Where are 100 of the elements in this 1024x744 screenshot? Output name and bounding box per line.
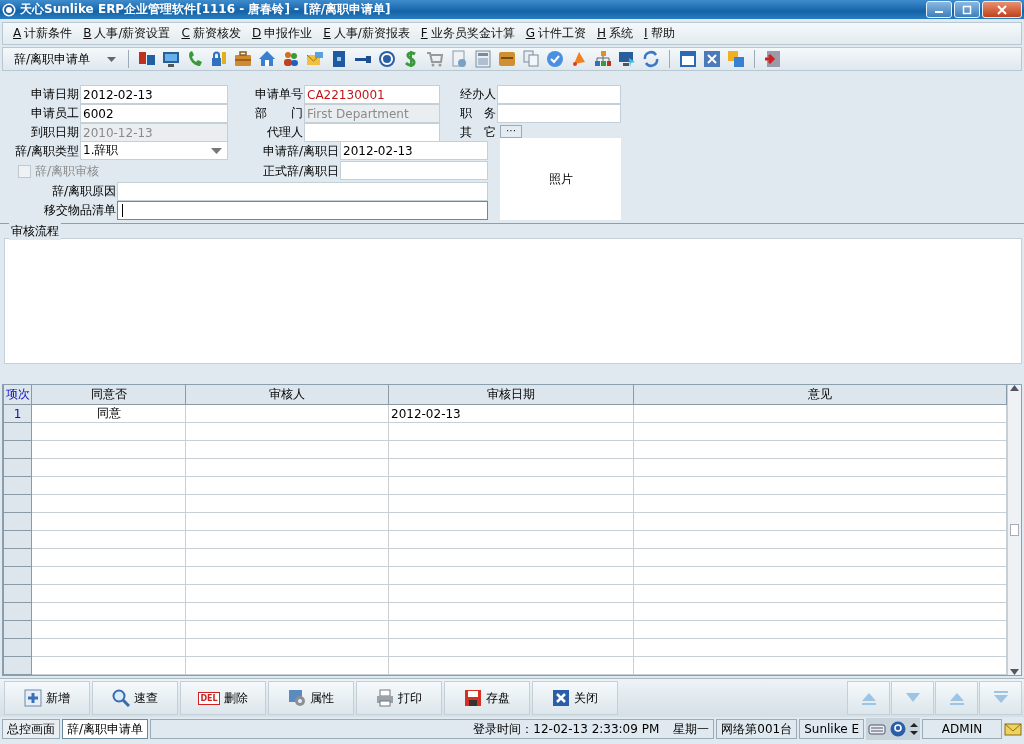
book-icon[interactable] — [330, 50, 348, 68]
field-label: 部 门 — [255, 105, 304, 122]
copy-icon[interactable] — [522, 50, 540, 68]
document-icon[interactable] — [450, 50, 468, 68]
scroll-up-icon[interactable] — [1010, 385, 1019, 391]
field-label: 申请员工 — [31, 105, 80, 122]
menu-item[interactable]: A 计薪条件 — [13, 25, 73, 42]
text-field[interactable] — [497, 104, 621, 123]
mail-icon[interactable] — [306, 50, 324, 68]
more-button[interactable]: ··· — [500, 124, 522, 138]
restore-button[interactable] — [954, 1, 980, 18]
text-field[interactable]: CA22130001 — [304, 85, 440, 104]
login-time: 登录时间：12-02-13 2:33:09 PM — [473, 720, 660, 738]
table-cell: 2012-02-13 — [388, 404, 634, 423]
column-header[interactable]: 意见 — [633, 385, 1007, 405]
toolbar-button[interactable]: 属性 — [268, 681, 354, 715]
column-header[interactable]: 同意否 — [31, 385, 186, 405]
table-cell: 同意 — [31, 404, 186, 423]
menu-item[interactable]: B 人事/薪资设置 — [83, 25, 171, 42]
field-label: 其 它 — [460, 123, 497, 141]
briefcase-icon[interactable] — [234, 50, 252, 68]
field-label: 代理人 — [267, 123, 304, 141]
toolbar-button[interactable]: 新增 — [4, 681, 90, 715]
phone-icon[interactable] — [186, 50, 204, 68]
lock-icon[interactable] — [210, 50, 228, 68]
menu-item[interactable]: E 人事/薪资报表 — [323, 25, 410, 42]
scroll-thumb-icon[interactable] — [1010, 524, 1019, 536]
form-selector[interactable]: 辞/离职申请单 — [11, 50, 119, 68]
printer-icon — [376, 689, 394, 707]
close-button[interactable] — [982, 1, 1022, 18]
field-label: 经办人 — [460, 86, 497, 103]
text-field[interactable] — [497, 85, 621, 104]
refresh-icon[interactable] — [642, 50, 660, 68]
group-title: 审核流程 — [9, 223, 61, 240]
column-header[interactable]: 项次 — [3, 385, 32, 405]
text-field[interactable] — [117, 201, 488, 220]
text-field[interactable]: 2012-02-13 — [80, 85, 228, 104]
window-tab[interactable]: 总控画面 — [2, 719, 60, 739]
triangle-up-bar-icon — [860, 691, 877, 705]
text-field[interactable] — [117, 182, 488, 201]
vertical-scrollbar[interactable] — [1007, 385, 1021, 675]
minimize-button[interactable] — [926, 1, 952, 18]
text-field[interactable]: 6002 — [80, 104, 228, 123]
close-window-icon[interactable] — [703, 50, 721, 68]
triangle-down-bar-icon — [992, 691, 1009, 705]
window-title: 天心Sunlike ERP企业管理软件[1116 - 唐春铃] - [辞/离职申请单] — [20, 1, 392, 18]
toolbar-button[interactable]: DEL 删除 — [180, 681, 266, 715]
field-label: 职 务 — [460, 105, 497, 122]
mail-icon[interactable] — [1004, 722, 1022, 736]
photo-placeholder[interactable]: 照片 — [500, 138, 621, 220]
magnifier-icon — [112, 689, 130, 707]
menu-item[interactable]: G 计件工资 — [525, 25, 586, 42]
cascade-icon[interactable] — [727, 50, 745, 68]
people-icon[interactable] — [282, 50, 300, 68]
screen-icon[interactable] — [618, 50, 636, 68]
toolbar-button[interactable]: 打印 — [356, 681, 442, 715]
window-tab[interactable]: 辞/离职申请单 — [62, 719, 149, 739]
monitor-icon[interactable] — [162, 50, 180, 68]
drawer-icon[interactable] — [498, 50, 516, 68]
menu-item[interactable]: I 帮助 — [644, 25, 675, 42]
spinner-arrows-icon[interactable] — [910, 722, 918, 736]
plus-icon — [24, 689, 42, 707]
dropdown-arrow-icon — [107, 56, 116, 62]
toolbar-button[interactable]: 存盘 — [444, 681, 530, 715]
close-icon — [552, 689, 570, 707]
type-dropdown[interactable]: 1.辞职 — [80, 141, 228, 160]
user-name: ADMIN — [922, 719, 1002, 739]
field-label: 辞/离职类型 — [14, 142, 80, 160]
check-icon[interactable] — [546, 50, 564, 68]
toolbar-button[interactable]: 关闭 — [532, 681, 618, 715]
org-chart-icon[interactable] — [594, 50, 612, 68]
app-logo-icon — [2, 2, 16, 17]
text-field[interactable] — [304, 123, 440, 142]
text-field[interactable]: 2012-02-13 — [340, 141, 488, 160]
weekday: 星期一 — [673, 720, 710, 738]
dropdown-arrow-icon — [211, 147, 222, 154]
window-icon[interactable] — [679, 50, 697, 68]
home-icon[interactable] — [258, 50, 276, 68]
field-label: 申请辞/离职日 — [262, 142, 340, 160]
column-header[interactable]: 审核人 — [185, 385, 389, 405]
field-label: 正式辞/离职日 — [262, 163, 340, 180]
field-label: 辞/离职原因 — [51, 183, 117, 200]
field-label: 申请日期 — [31, 86, 80, 103]
field-label: 申请单号 — [255, 86, 304, 103]
menu-item[interactable]: H 系统 — [597, 25, 634, 42]
menu-item[interactable]: D 申报作业 — [251, 25, 313, 42]
station-number: 网络第001台 — [716, 719, 798, 739]
menu-item[interactable]: F 业务员奖金计算 — [420, 25, 515, 42]
company-name: Sunlike E — [799, 719, 864, 739]
gear-document-icon — [288, 689, 306, 707]
cart-icon[interactable] — [426, 50, 444, 68]
toolbar-button[interactable]: 速查 — [92, 681, 178, 715]
scroll-down-icon[interactable] — [1010, 669, 1019, 675]
text-field[interactable] — [340, 161, 488, 180]
exit-icon[interactable] — [764, 50, 782, 68]
keyboard-icon[interactable] — [868, 722, 886, 736]
calculator-icon[interactable] — [474, 50, 492, 68]
close-icon — [997, 4, 1007, 15]
menu-item[interactable]: C 薪资核发 — [181, 25, 241, 42]
column-header[interactable]: 审核日期 — [388, 385, 634, 405]
